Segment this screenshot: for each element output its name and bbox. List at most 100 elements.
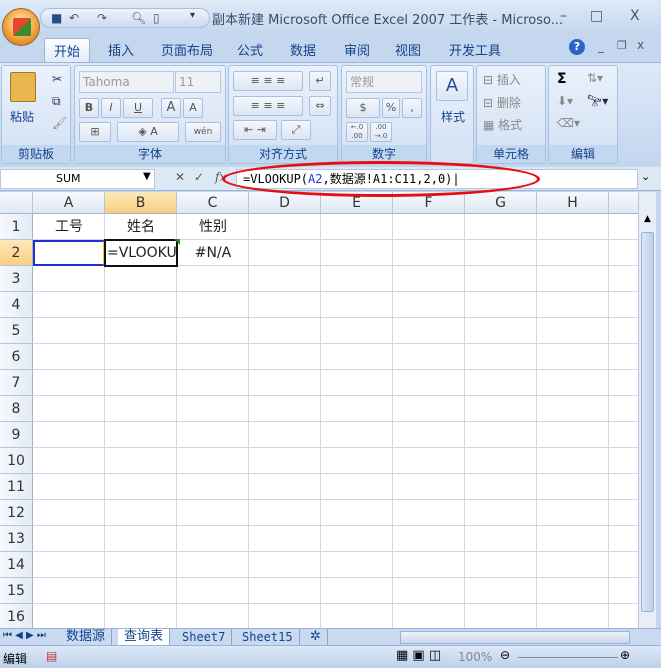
sheet-tab-sheet15[interactable]: Sheet15: [236, 629, 300, 646]
row-header-12[interactable]: 12: [0, 500, 33, 526]
increase-decimal-button[interactable]: ←.0 .00: [346, 122, 368, 142]
wrap-text-button[interactable]: ↵: [309, 71, 331, 91]
insert-sheet-icon[interactable]: ✲: [304, 629, 328, 646]
orientation-button[interactable]: ⤢: [281, 120, 311, 140]
delete-cells-button[interactable]: ⊟ 删除: [483, 94, 521, 111]
close-button[interactable]: X: [630, 8, 640, 24]
font-size-combo[interactable]: 11: [175, 71, 221, 93]
customize-qat-icon[interactable]: ▾: [190, 10, 195, 21]
column-header-F[interactable]: F: [393, 192, 465, 214]
column-header-C[interactable]: C: [177, 192, 249, 214]
row-header-15[interactable]: 15: [0, 578, 33, 604]
ribbon-close-button[interactable]: x: [637, 38, 644, 52]
fill-color-button[interactable]: ◈ A: [117, 122, 179, 142]
tab-insert[interactable]: 插入: [99, 38, 143, 61]
styles-icon[interactable]: A: [436, 71, 468, 101]
name-box-dropdown-icon[interactable]: ▼: [143, 171, 151, 182]
maximize-button[interactable]: □: [590, 8, 603, 24]
italic-button[interactable]: I: [101, 98, 121, 118]
row-header-10[interactable]: 10: [0, 448, 33, 474]
column-header-H[interactable]: H: [537, 192, 609, 214]
scroll-up-icon[interactable]: ▲: [641, 214, 654, 230]
row-header-5[interactable]: 5: [0, 318, 33, 344]
select-all-corner[interactable]: [0, 192, 33, 214]
minimize-button[interactable]: –: [560, 8, 567, 24]
shrink-font-button[interactable]: A: [183, 98, 203, 118]
zoom-slider[interactable]: [518, 657, 618, 658]
bold-button[interactable]: B: [79, 98, 99, 118]
merge-center-button[interactable]: ⇔: [309, 96, 331, 116]
name-box[interactable]: SUM: [0, 169, 155, 189]
cancel-icon[interactable]: ✕: [175, 170, 185, 184]
number-format-combo[interactable]: 常规: [346, 71, 422, 93]
redo-icon[interactable]: ↷: [97, 11, 107, 25]
paste-icon[interactable]: [10, 72, 36, 102]
font-name-combo[interactable]: Tahoma: [79, 71, 174, 93]
row-header-13[interactable]: 13: [0, 526, 33, 552]
ribbon-restore-button[interactable]: ❐: [617, 39, 627, 52]
new-document-icon[interactable]: ▯: [153, 11, 160, 25]
insert-cells-button[interactable]: ⊟ 插入: [483, 71, 521, 88]
cut-icon[interactable]: ✂: [52, 72, 62, 86]
sheet-tab-sheet7[interactable]: Sheet7: [176, 629, 233, 646]
expand-formula-bar-icon[interactable]: ⌄: [641, 170, 650, 183]
help-icon[interactable]: ?: [569, 39, 585, 55]
tab-view[interactable]: 视图: [386, 38, 430, 61]
format-painter-icon[interactable]: 🖌︎: [52, 116, 67, 130]
column-header-E[interactable]: E: [321, 192, 393, 214]
autosum-button[interactable]: Σ: [557, 71, 567, 87]
tab-home[interactable]: 开始: [44, 38, 91, 64]
percent-button[interactable]: %: [382, 98, 400, 118]
view-buttons[interactable]: ▦ ▣ ◫: [396, 648, 441, 663]
vertical-scrollbar[interactable]: ▲: [638, 192, 656, 628]
scroll-thumb[interactable]: [641, 232, 654, 612]
row-header-7[interactable]: 7: [0, 370, 33, 396]
grow-font-button[interactable]: A: [161, 98, 181, 118]
find-select-button[interactable]: 🔭︎▾: [587, 94, 608, 108]
indent-buttons[interactable]: ⇤ ⇥: [233, 120, 277, 140]
comma-button[interactable]: ,: [402, 98, 422, 118]
sheet-tab-source[interactable]: 数据源: [60, 629, 113, 646]
zoom-level[interactable]: 100%: [458, 650, 492, 664]
format-cells-button[interactable]: ▦ 格式: [483, 116, 522, 133]
tab-developer[interactable]: 开发工具: [440, 38, 510, 61]
undo-icon[interactable]: ↶: [69, 11, 79, 25]
spreadsheet-grid[interactable]: A B C D E F G H 1 2 3 4 5 6 7 8 9 10 11 12 13 14 15 16 工号 姓名 性别 =VL…: [0, 192, 638, 628]
row-header-6[interactable]: 6: [0, 344, 33, 370]
column-header-A[interactable]: A: [33, 192, 105, 214]
row-header-11[interactable]: 11: [0, 474, 33, 500]
row-header-14[interactable]: 14: [0, 552, 33, 578]
row-header-4[interactable]: 4: [0, 292, 33, 318]
cell-C1[interactable]: 性别: [177, 214, 249, 240]
cell-C2[interactable]: #N/A: [177, 240, 249, 266]
error-indicator-icon[interactable]: [174, 239, 180, 245]
row-header-8[interactable]: 8: [0, 396, 33, 422]
copy-icon[interactable]: ⧉: [52, 94, 61, 109]
row-header-2[interactable]: 2: [0, 240, 33, 266]
tab-data[interactable]: 数据: [281, 38, 325, 61]
fill-button[interactable]: ⬇▾: [557, 94, 573, 108]
sheet-tab-query[interactable]: 查询表: [118, 629, 171, 646]
cell-B1[interactable]: 姓名: [105, 214, 177, 240]
underline-button[interactable]: U: [123, 98, 153, 118]
horizontal-scrollbar[interactable]: [400, 631, 630, 644]
enter-icon[interactable]: ✓: [194, 170, 204, 184]
clear-button[interactable]: ⌫▾: [557, 116, 580, 130]
save-icon[interactable]: ■: [51, 11, 62, 25]
active-cell-B2[interactable]: [104, 239, 178, 267]
office-button[interactable]: [2, 8, 40, 46]
tab-formulas[interactable]: 公式: [228, 38, 272, 61]
sort-filter-button[interactable]: ⇅▾: [587, 71, 603, 85]
decrease-decimal-button[interactable]: .00 →.0: [370, 122, 392, 142]
print-preview-icon[interactable]: 🔍︎: [131, 11, 146, 25]
tab-page-layout[interactable]: 页面布局: [152, 38, 222, 61]
horizontal-align-buttons[interactable]: ≡ ≡ ≡: [233, 96, 303, 116]
macro-record-icon[interactable]: ▤: [46, 649, 57, 663]
styles-button[interactable]: 样式: [441, 108, 465, 125]
column-header-G[interactable]: G: [465, 192, 537, 214]
tab-review[interactable]: 审阅: [335, 38, 379, 61]
column-header-D[interactable]: D: [249, 192, 321, 214]
zoom-out-button[interactable]: ⊖: [500, 648, 510, 662]
row-header-9[interactable]: 9: [0, 422, 33, 448]
row-header-3[interactable]: 3: [0, 266, 33, 292]
